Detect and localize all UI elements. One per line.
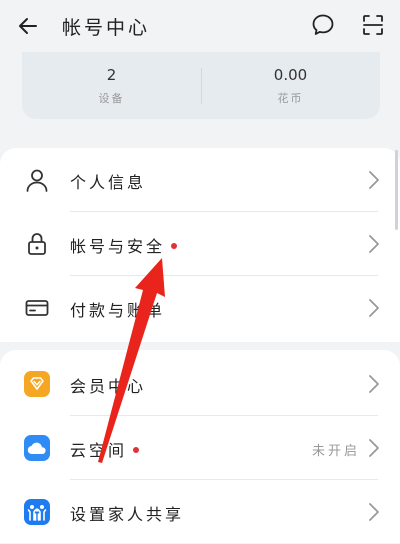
message-bubble-icon [312,14,334,35]
devices-label: 设备 [98,92,125,105]
account-stats-card: 2 设备 0.00 花币 [22,52,380,119]
scrollbar[interactable] [395,150,398,230]
coins-label: 花币 [277,92,304,105]
coins-amount: 0.00 [273,66,308,84]
payment-billing-item[interactable]: 付款与账单 [0,276,400,340]
family-share-icon [22,497,52,527]
account-security-item[interactable]: 帐号与安全 [0,212,400,276]
account-security-label: 帐号与安全 [70,233,178,257]
chevron-right-icon [369,171,379,189]
personal-info-label: 个人信息 [70,173,147,192]
devices-count: 2 [106,66,117,84]
scan-button[interactable] [358,10,388,40]
family-sharing-label: 设置家人共享 [70,505,185,524]
cloud-space-item[interactable]: 云空间 未开启 [0,416,400,480]
account-security-text: 帐号与安全 [70,237,166,256]
coins-stat[interactable]: 0.00 花币 [201,66,380,106]
lock-icon [22,229,52,259]
services-section: 会员中心 云空间 未开启 设置家人共享 [0,350,400,543]
devices-stat[interactable]: 2 设备 [22,66,201,106]
personal-info-item[interactable]: 个人信息 [0,148,400,212]
cloud-space-label: 云空间 [70,437,140,461]
cloud-icon [22,433,52,463]
chevron-right-icon [369,235,379,253]
member-center-item[interactable]: 会员中心 [0,352,400,416]
cloud-space-text: 云空间 [70,441,128,460]
person-icon [22,165,52,195]
card-icon [22,293,52,323]
notification-dot [133,446,140,453]
chevron-right-icon [369,299,379,317]
message-button[interactable] [308,10,338,40]
payment-billing-label: 付款与账单 [70,301,166,320]
cloud-status: 未开启 [311,444,360,459]
page-title: 帐号中心 [62,17,151,39]
chevron-right-icon [369,503,379,521]
header-bar: 帐号中心 [0,0,400,52]
chevron-right-icon [369,439,379,457]
notification-dot [171,242,178,249]
family-sharing-item[interactable]: 设置家人共享 [0,480,400,544]
member-center-label: 会员中心 [70,377,147,396]
scan-icon [363,15,383,35]
account-settings-section: 个人信息 帐号与安全 付款与账单 [0,148,400,342]
chevron-right-icon [369,375,379,393]
vip-heart-icon [22,369,52,399]
back-button[interactable] [12,10,44,42]
arrow-left-icon [19,18,37,34]
